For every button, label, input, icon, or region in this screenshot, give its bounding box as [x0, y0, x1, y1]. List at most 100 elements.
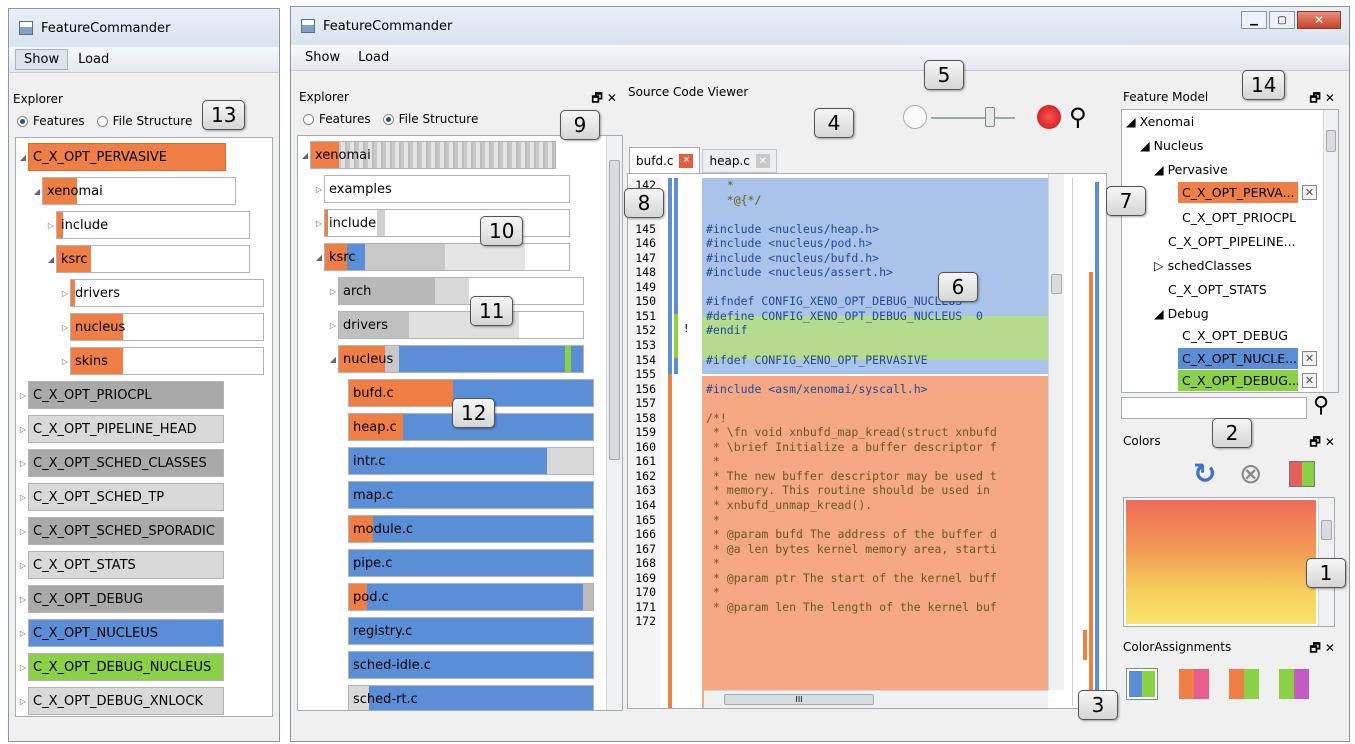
color-assignment-4[interactable] — [1279, 669, 1309, 699]
overview-bar — [1095, 182, 1099, 702]
scroll-thumb[interactable] — [609, 160, 620, 460]
fm-item[interactable]: C_X_OPT_DEBUG — [1182, 328, 1288, 343]
close-icon[interactable]: ✕ — [1297, 11, 1341, 29]
file-label: registry.c — [353, 623, 413, 639]
fm-item[interactable]: ◢ Pervasive — [1154, 162, 1228, 177]
fm-item[interactable]: ▷ schedClasses — [1154, 258, 1252, 273]
minimize-icon[interactable]: ▁ — [1241, 11, 1267, 29]
feature-item[interactable]: ▷ C_X_OPT_SCHED_SPORADIC — [18, 517, 224, 545]
feature-item[interactable]: ▷ C_X_OPT_DEBUG_NUCLEUS — [18, 653, 224, 681]
tree-node-drivers[interactable]: ▷ drivers — [328, 311, 584, 339]
tree-node-skins[interactable]: ▷ skins — [60, 347, 264, 375]
file-structure-radio[interactable] — [96, 115, 108, 127]
close-tab-icon[interactable]: ✕ — [679, 153, 694, 168]
features-radio[interactable] — [17, 115, 28, 127]
tab-heap[interactable]: heap.c ✕ — [702, 149, 777, 173]
feature-item[interactable]: ▷ C_X_OPT_NUCLEUS — [18, 619, 224, 647]
feature-item[interactable]: ▷ C_X_OPT_DEBUG — [18, 585, 224, 613]
tree-node-xenomai[interactable]: ◢ xenomai — [300, 141, 556, 169]
file-item-sched-rt[interactable]: sched-rt.c — [348, 685, 594, 710]
search-icon[interactable]: ⚲ — [1069, 103, 1087, 131]
tree-node-ksrc[interactable]: ◢ ksrc — [314, 243, 570, 271]
zoom-slider-handle[interactable] — [985, 107, 995, 127]
code-editor[interactable]: 142143 145146147148149150151152153154155… — [627, 173, 1107, 709]
palette-swatches[interactable] — [1126, 500, 1316, 624]
tree-node-include[interactable]: ▷ include — [46, 211, 250, 239]
tree-node-ksrc[interactable]: ◢ ksrc — [46, 245, 250, 273]
remove-icon[interactable]: ✕ — [1302, 351, 1317, 366]
tree-node-arch[interactable]: ▷ arch — [328, 277, 584, 305]
tree-node-nucleus[interactable]: ▷ nucleus — [60, 313, 264, 341]
menu-show[interactable]: Show — [297, 48, 348, 67]
feature-item[interactable]: ▷ C_X_OPT_PRIOCPL — [18, 381, 224, 409]
float-close-icon[interactable]: 🗗 ✕ — [591, 89, 617, 110]
add-color-icon[interactable] — [1289, 461, 1315, 487]
search-icon[interactable]: ⚲ — [1313, 393, 1329, 418]
menu-show[interactable]: Show — [15, 49, 69, 70]
color-assignment-3[interactable] — [1229, 669, 1259, 699]
tree-node-examples[interactable]: ▷ examples — [314, 175, 570, 203]
fm-item[interactable]: C_X_OPT_PERVA... ✕ — [1178, 182, 1317, 203]
file-item-pipe[interactable]: pipe.c — [348, 549, 594, 577]
code-hscrollbar[interactable]: III — [704, 690, 1048, 708]
zoom-slider[interactable] — [931, 117, 1015, 119]
menu-load[interactable]: Load — [70, 50, 117, 69]
color-assignment-1[interactable] — [1127, 669, 1157, 699]
tree-node-pervasive[interactable]: ◢ C_X_OPT_PERVASIVE — [18, 143, 226, 171]
refresh-icon[interactable]: ↻ — [1193, 457, 1216, 490]
fm-item[interactable]: ◢ Xenomai — [1126, 114, 1194, 129]
float-close-icon[interactable]: 🗗 ✕ — [1309, 89, 1335, 110]
tab-bufd[interactable]: bufd.c ✕ — [629, 147, 701, 173]
tree-node-nucleus[interactable]: ◢ nucleus — [328, 345, 584, 373]
code-line: #ifdef CONFIG_XENO_OPT_PERVASIVE — [706, 352, 928, 367]
fm-item[interactable]: C_X_OPT_DEBUG... ✕ — [1178, 370, 1317, 391]
menu-load[interactable]: Load — [350, 48, 397, 67]
tree-node-include[interactable]: ▷ include — [314, 209, 570, 237]
file-item-sched-idle[interactable]: sched-idle.c — [348, 651, 594, 679]
fm-item[interactable]: ◢ Debug — [1154, 306, 1209, 321]
feature-item[interactable]: ▷ C_X_OPT_SCHED_TP — [18, 483, 224, 511]
fm-item[interactable]: C_X_OPT_STATS — [1168, 282, 1267, 297]
line-number: 156 — [635, 381, 656, 396]
file-item-intr[interactable]: intr.c — [348, 447, 594, 475]
scroll-thumb[interactable] — [1326, 130, 1336, 152]
float-close-icon[interactable]: 🗗 ✕ — [1309, 639, 1335, 660]
file-item-map[interactable]: map.c — [348, 481, 594, 509]
features-radio[interactable] — [303, 113, 314, 125]
file-tree-scrollbar[interactable] — [606, 136, 622, 710]
file-item-pod[interactable]: pod.c — [348, 583, 594, 611]
code-vscrollbar[interactable] — [1048, 174, 1064, 690]
feature-label: C_X_OPT_DEBUG_XNLOCK — [33, 693, 203, 709]
tree-node-drivers[interactable]: ▷ drivers — [60, 279, 264, 307]
color-palette[interactable] — [1123, 497, 1335, 627]
color-assignment-2[interactable] — [1179, 669, 1209, 699]
feature-item[interactable]: ▷ C_X_OPT_DEBUG_XNLOCK — [18, 687, 224, 715]
remove-icon[interactable]: ✕ — [1302, 185, 1317, 200]
fm-item[interactable]: C_X_OPT_PIPELINE... — [1168, 234, 1296, 249]
feature-item[interactable]: ▷ C_X_OPT_SCHED_CLASSES — [18, 449, 224, 477]
scroll-thumb[interactable] — [1051, 274, 1062, 294]
close-tab-icon[interactable]: ✕ — [755, 154, 770, 168]
fm-item[interactable]: C_X_OPT_NUCLE... ✕ — [1178, 348, 1317, 369]
maximize-icon[interactable]: ▢ — [1269, 11, 1295, 29]
fm-scrollbar[interactable] — [1323, 110, 1338, 392]
scroll-thumb[interactable] — [1321, 520, 1332, 540]
fm-item[interactable]: C_X_OPT_PRIOCPL — [1182, 210, 1296, 225]
remove-icon[interactable]: ✕ — [1302, 373, 1317, 388]
tree-node-xenomai[interactable]: ◢ xenomai — [32, 177, 236, 205]
float-close-icon[interactable]: 🗗 ✕ — [1309, 433, 1335, 454]
scroll-thumb[interactable]: III — [724, 694, 874, 705]
feature-item[interactable]: ▷ C_X_OPT_PIPELINE_HEAD — [18, 415, 224, 443]
zoom-in-icon[interactable] — [1037, 105, 1061, 129]
code-overview-map[interactable] — [1072, 178, 1106, 706]
code-line: * — [706, 585, 720, 600]
file-structure-radio[interactable] — [382, 113, 394, 125]
feature-bar — [674, 314, 678, 358]
file-item-registry[interactable]: registry.c — [348, 617, 594, 645]
zoom-out-icon[interactable] — [903, 105, 927, 129]
feature-item[interactable]: ▷ C_X_OPT_STATS — [18, 551, 224, 579]
remove-color-icon[interactable]: ⊗ — [1239, 457, 1262, 490]
fm-item[interactable]: ◢ Nucleus — [1140, 138, 1203, 153]
file-item-module[interactable]: module.c — [348, 515, 594, 543]
feature-search-input[interactable] — [1121, 397, 1307, 419]
